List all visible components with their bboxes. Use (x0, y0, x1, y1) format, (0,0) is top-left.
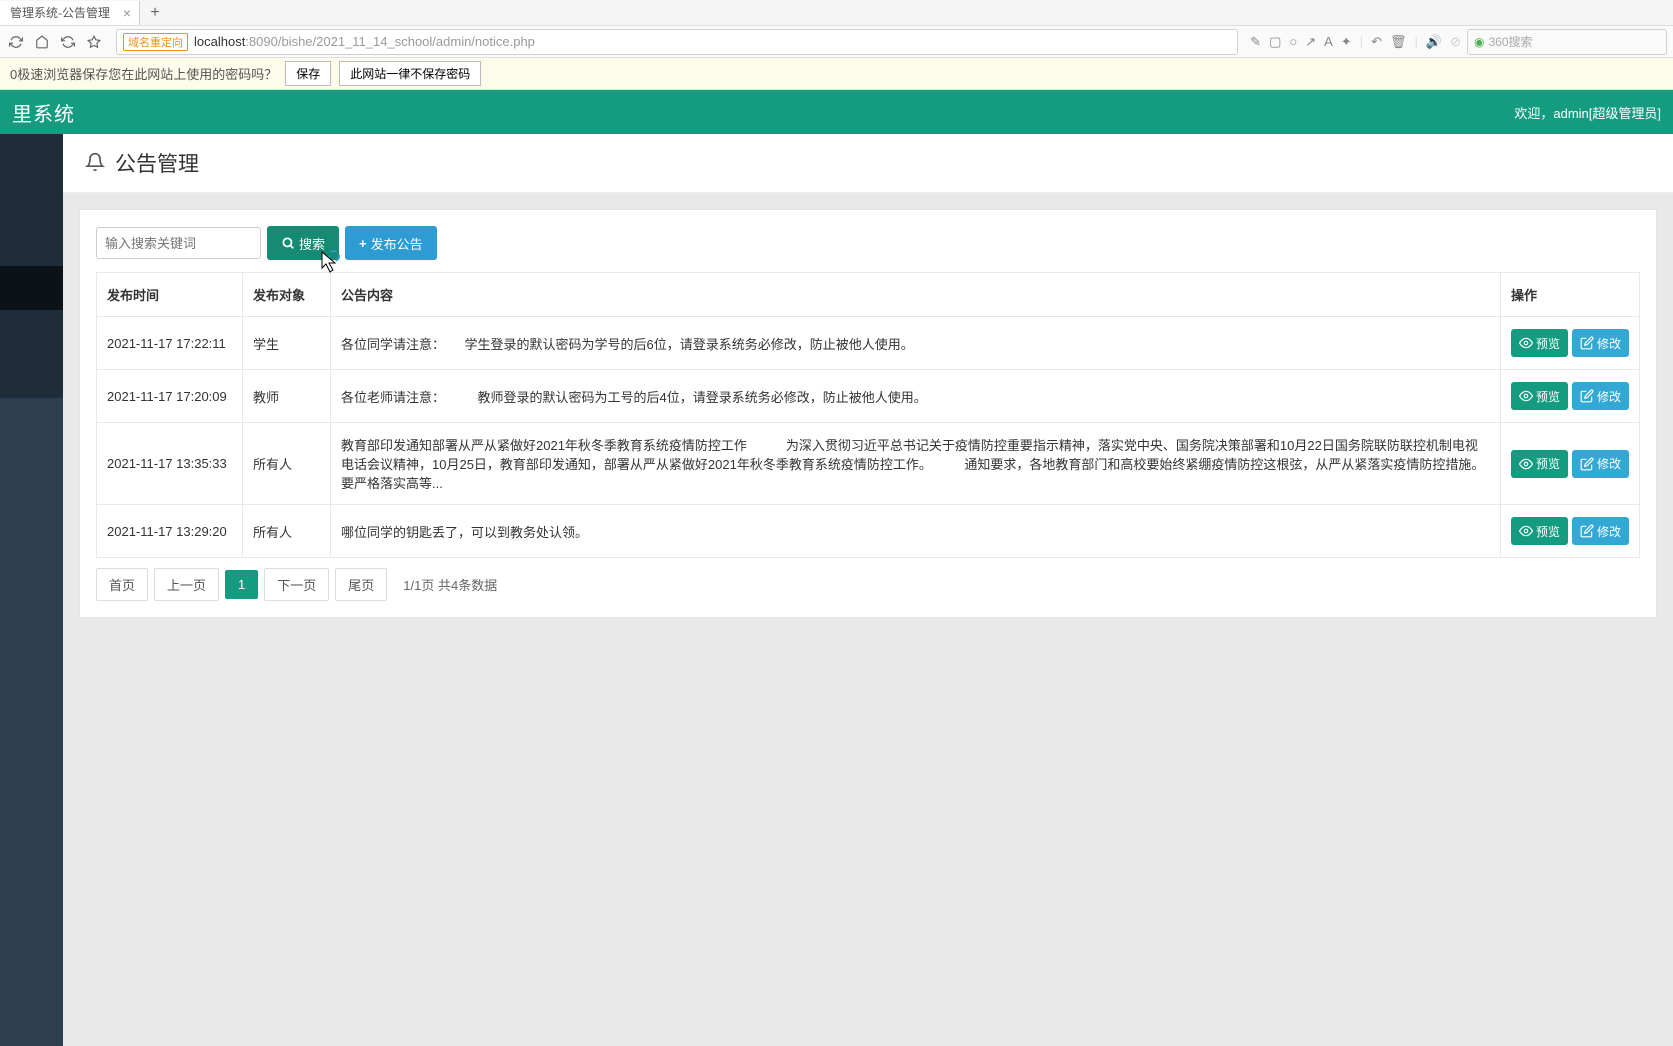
refresh-icon[interactable] (58, 32, 78, 52)
edit-button[interactable]: 修改 (1572, 382, 1629, 410)
plus-icon: + (359, 236, 367, 251)
page-first[interactable]: 首页 (96, 568, 148, 601)
cell-content: 教育部印发通知部署从严从紧做好2021年秋冬季教育系统疫情防控工作 为深入贯彻习… (331, 423, 1501, 505)
browser-search[interactable]: ◉ 360搜索 (1467, 29, 1667, 55)
edit-icon (1580, 389, 1594, 403)
cell-action: 预览修改 (1500, 505, 1639, 558)
reload-icon[interactable] (6, 32, 26, 52)
pencil-icon[interactable]: ✎ (1250, 34, 1261, 50)
edit-icon (1580, 524, 1594, 538)
save-password-button[interactable]: 保存 (285, 61, 331, 86)
th-action: 操作 (1500, 273, 1639, 317)
eye-icon (1519, 389, 1533, 403)
table-row: 2021-11-17 17:22:11学生各位同学请注意： 学生登录的默认密码为… (97, 317, 1640, 370)
page-last[interactable]: 尾页 (335, 568, 387, 601)
arrow-icon[interactable]: ↗ (1305, 34, 1316, 50)
search-icon (281, 236, 295, 250)
sidebar-item-1[interactable] (0, 134, 63, 178)
edit-button[interactable]: 修改 (1572, 450, 1629, 478)
content-card: 搜索 + 发布公告 发布时间 发布对象 公告内容 操作 2021-11-17 1… (79, 209, 1657, 618)
square-icon[interactable]: ▢ (1269, 34, 1281, 50)
page-title: 公告管理 (115, 148, 199, 178)
search-engine-icon: ◉ (1474, 35, 1484, 49)
url-badge: 域名重定向 (123, 33, 188, 51)
search-input[interactable] (96, 227, 261, 259)
sidebar-item-3[interactable] (0, 222, 63, 266)
preview-button[interactable]: 预览 (1511, 382, 1568, 410)
undo-icon[interactable]: ↶ (1371, 34, 1382, 50)
cell-action: 预览修改 (1500, 423, 1639, 505)
page-info: 1/1页 共4条数据 (403, 575, 497, 594)
bell-icon (85, 152, 105, 175)
cell-target: 所有人 (243, 423, 331, 505)
table-row: 2021-11-17 13:35:33所有人教育部印发通知部署从严从紧做好202… (97, 423, 1640, 505)
search-button[interactable]: 搜索 (267, 226, 339, 260)
cell-target: 教师 (243, 370, 331, 423)
page-title-bar: 公告管理 (63, 134, 1673, 193)
welcome-text: 欢迎，admin[超级管理员] (1514, 103, 1661, 122)
trash-icon[interactable]: 🗑 (1390, 34, 1407, 50)
sound-icon[interactable]: 🔊 (1426, 34, 1442, 50)
browser-tab-strip: 管理系统-公告管理 × + (0, 0, 1673, 26)
cell-time: 2021-11-17 17:20:09 (97, 370, 243, 423)
url-text: localhost:8090/bishe/2021_11_14_school/a… (194, 34, 535, 49)
never-save-password-button[interactable]: 此网站一律不保存密码 (339, 61, 481, 86)
sidebar (0, 134, 63, 1046)
search-row: 搜索 + 发布公告 (96, 226, 1640, 260)
disabled-icon[interactable]: ⊘ (1450, 34, 1461, 50)
cell-time: 2021-11-17 13:29:20 (97, 505, 243, 558)
pagination: 首页 上一页 1 下一页 尾页 1/1页 共4条数据 (96, 568, 1640, 601)
th-content: 公告内容 (331, 273, 1501, 317)
browser-toolbar: 域名重定向 localhost:8090/bishe/2021_11_14_sc… (0, 26, 1673, 58)
publish-button[interactable]: + 发布公告 (345, 226, 437, 260)
sidebar-item-2[interactable] (0, 178, 63, 222)
new-tab-button[interactable]: + (140, 4, 170, 22)
cell-time: 2021-11-17 17:22:11 (97, 317, 243, 370)
th-time: 发布时间 (97, 273, 243, 317)
home-icon[interactable] (32, 32, 52, 52)
edit-button[interactable]: 修改 (1572, 329, 1629, 357)
eye-icon (1519, 336, 1533, 350)
preview-button[interactable]: 预览 (1511, 450, 1568, 478)
password-prompt: 0极速浏览器保存您在此网站上使用的密码吗？ (10, 64, 277, 83)
cell-target: 所有人 (243, 505, 331, 558)
page-prev[interactable]: 上一页 (154, 568, 219, 601)
star-icon[interactable] (84, 32, 104, 52)
brush-icon[interactable]: ✦ (1341, 34, 1352, 50)
cell-action: 预览修改 (1500, 317, 1639, 370)
cell-target: 学生 (243, 317, 331, 370)
app-header: 里系统 欢迎，admin[超级管理员] (0, 90, 1673, 134)
eye-icon (1519, 524, 1533, 538)
preview-button[interactable]: 预览 (1511, 329, 1568, 357)
app-logo: 里系统 (12, 98, 75, 127)
sidebar-item-5[interactable] (0, 310, 63, 354)
tab-title: 管理系统-公告管理 (10, 4, 110, 21)
password-save-bar: 0极速浏览器保存您在此网站上使用的密码吗？ 保存 此网站一律不保存密码 (0, 58, 1673, 90)
table-row: 2021-11-17 13:29:20所有人哪位同学的钥匙丢了，可以到教务处认领… (97, 505, 1640, 558)
edit-icon (1580, 457, 1594, 471)
notice-table: 发布时间 发布对象 公告内容 操作 2021-11-17 17:22:11学生各… (96, 272, 1640, 558)
page-next[interactable]: 下一页 (264, 568, 329, 601)
sidebar-item-6[interactable] (0, 354, 63, 398)
browser-tab[interactable]: 管理系统-公告管理 × (0, 1, 140, 25)
circle-icon[interactable]: ○ (1289, 34, 1297, 49)
eye-icon (1519, 457, 1533, 471)
cell-content: 哪位同学的钥匙丢了，可以到教务处认领。 (331, 505, 1501, 558)
cell-content: 各位同学请注意： 学生登录的默认密码为学号的后6位，请登录系统务必修改，防止被他… (331, 317, 1501, 370)
preview-button[interactable]: 预览 (1511, 517, 1568, 545)
cell-action: 预览修改 (1500, 370, 1639, 423)
text-icon[interactable]: A (1324, 34, 1333, 49)
edit-icon (1580, 336, 1594, 350)
th-target: 发布对象 (243, 273, 331, 317)
table-row: 2021-11-17 17:20:09教师各位老师请注意： 教师登录的默认密码为… (97, 370, 1640, 423)
cell-time: 2021-11-17 13:35:33 (97, 423, 243, 505)
page-current[interactable]: 1 (225, 570, 258, 599)
sidebar-item-notice[interactable] (0, 266, 63, 310)
url-bar[interactable]: 域名重定向 localhost:8090/bishe/2021_11_14_sc… (116, 29, 1238, 55)
edit-button[interactable]: 修改 (1572, 517, 1629, 545)
cell-content: 各位老师请注意： 教师登录的默认密码为工号的后4位，请登录系统务必修改，防止被他… (331, 370, 1501, 423)
close-icon[interactable]: × (123, 5, 131, 21)
